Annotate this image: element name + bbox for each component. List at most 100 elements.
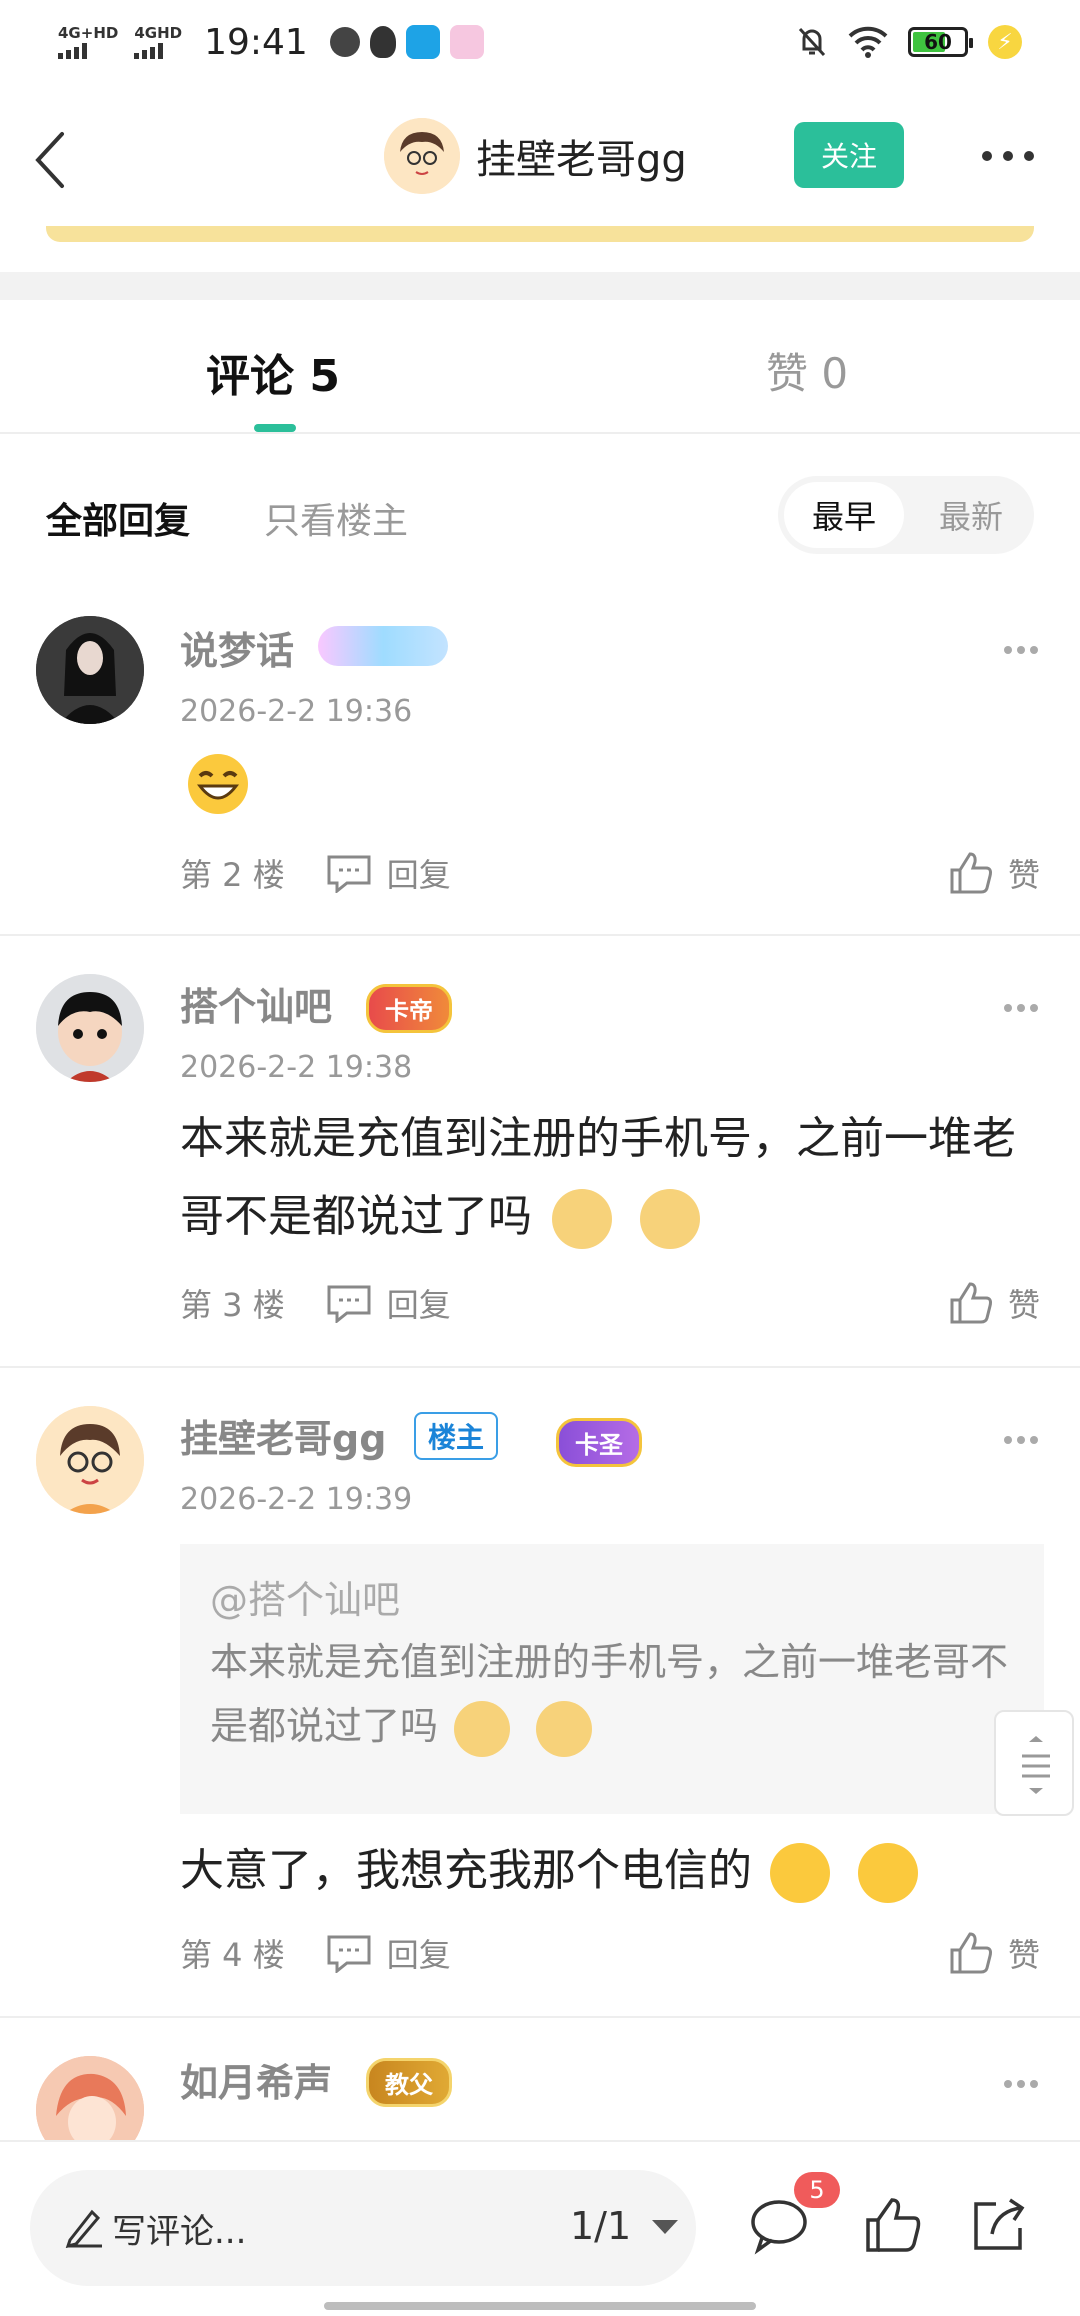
wifi-icon [848,26,888,58]
avatar[interactable] [36,616,144,724]
comment-footer: 第 2 楼 回复 赞 [180,848,1040,898]
comment-body: 大意了，我想充我那个电信的 [180,1845,752,1896]
comment-footer: 第 4 楼 回复 赞 [180,1928,1040,1978]
doge-emoji-icon [454,1700,511,1757]
floor-number: 第 4 楼 [180,1936,285,1974]
floor-number: 第 2 楼 [180,856,285,894]
status-time: 19:41 [204,21,308,63]
quoted-user[interactable]: @搭个讪吧 [210,1570,1014,1630]
level-badge: 卡圣 [556,1418,642,1467]
grin-emoji-icon [186,752,250,816]
app-notification-icon [449,25,484,59]
avatar[interactable] [36,2056,144,2140]
commenter-name[interactable]: 如月希声 [180,2052,332,2107]
scroll-grip-icon [1022,1736,1050,1794]
doge-emoji-icon [640,1189,700,1249]
tab-comments[interactable]: 评论 5 [206,340,340,404]
sort-toggle: 最早 最新 [778,476,1034,554]
comment-item: 挂壁老哥gg 楼主 卡圣 2026-2-2 19:39 @搭个讪吧 本来就是充值… [0,1368,1080,2018]
status-right: 60 ⚡ [796,25,1022,59]
like-button[interactable]: 赞 [948,1280,1040,1326]
floor-number: 第 3 楼 [180,1286,285,1324]
status-left: 4G+HD 4GHD 19:41 [58,22,484,63]
edit-pencil-icon [65,2209,102,2248]
commenter-name[interactable]: 搭个讪吧 [180,976,332,1031]
battery-level: 60 [924,30,952,54]
mute-bell-icon [798,27,826,57]
thumbs-up-icon[interactable] [862,2194,924,2256]
like-button[interactable]: 赞 [948,1930,1040,1976]
reply-button[interactable]: 回复 [325,850,451,896]
filter-all-replies[interactable]: 全部回复 [46,492,190,544]
status-bar: 4G+HD 4GHD 19:41 60 ⚡ [0,0,1080,84]
network-4g-signal-1: 4G+HD [58,23,119,59]
comment-item: 如月希声 教父 [0,2018,1080,2140]
comment-item: 搭个讪吧 卡帝 2026-2-2 19:38 本来就是充值到注册的手机号，之前一… [0,936,1080,1368]
reply-bubble-icon [327,1935,371,1973]
reply-label: 回复 [386,1286,451,1324]
comment-count-badge: 5 [794,2172,840,2208]
network-label-1: 4G+HD [58,23,119,42]
author-title[interactable]: 挂壁老哥gg [384,118,687,194]
like-label: 赞 [1007,1936,1040,1974]
quoted-body: 本来就是充值到注册的手机号，之前一堆老哥不是都说过了吗 [210,1640,1009,1748]
comment-text: 本来就是充值到注册的手机号，之前一堆老哥不是都说过了吗 [180,1100,1050,1256]
comment-footer: 第 3 楼 回复 赞 [180,1278,1040,1328]
bottom-action-bar: 写评论... 1/1 5 [0,2140,1080,2316]
tab-likes[interactable]: 赞 0 [766,340,848,401]
page-title: 挂壁老哥gg [476,137,687,183]
level-badge: 教父 [366,2058,452,2107]
filter-row: 全部回复 只看楼主 最早 最新 [0,470,1080,560]
network-label-2: 4GHD [134,23,183,42]
thumbs-up-icon [950,852,992,894]
more-icon[interactable] [1004,1004,1038,1014]
signal-bars-icon [58,42,118,59]
decorative-banner-edge [46,226,1034,242]
write-comment-input[interactable]: 写评论... 1/1 [30,2170,696,2286]
active-tab-indicator [254,424,296,432]
author-avatar[interactable] [384,118,460,194]
crying-laugh-emoji-icon [858,1843,918,1903]
doge-emoji-icon [536,1700,593,1757]
commenter-name[interactable]: 说梦话 [180,620,294,675]
share-icon[interactable] [968,2194,1030,2256]
page-indicator[interactable]: 1/1 [570,2204,631,2248]
quoted-reply[interactable]: @搭个讪吧 本来就是充值到注册的手机号，之前一堆老哥不是都说过了吗 [180,1544,1044,1814]
reply-bubble-icon [327,1285,371,1323]
fast-scroll-handle[interactable] [994,1710,1074,1816]
comment-time: 2026-2-2 19:38 [180,1050,413,1085]
more-icon[interactable] [1004,2080,1038,2090]
more-icon[interactable] [1004,1436,1038,1446]
like-button[interactable]: 赞 [948,850,1040,896]
signal-bars-icon [134,42,182,59]
reply-button[interactable]: 回复 [325,1930,451,1976]
quoted-text: 本来就是充值到注册的手机号，之前一堆老哥不是都说过了吗 [210,1630,1014,1758]
thumbs-up-icon [950,1932,992,1974]
home-indicator[interactable] [324,2302,756,2310]
avatar[interactable] [36,974,144,1082]
sort-newest-button[interactable]: 最新 [914,482,1028,548]
battery-icon: 60 [908,27,973,57]
tab-bar: 评论 5 赞 0 [0,300,1080,434]
chevron-down-icon[interactable] [652,2220,678,2234]
charging-icon: ⚡ [988,25,1022,59]
filter-op-only[interactable]: 只看楼主 [264,492,408,544]
sort-earliest-button[interactable]: 最早 [784,482,904,548]
like-label: 赞 [1007,856,1040,894]
qq-icon [369,26,396,58]
reply-label: 回复 [386,856,451,894]
doge-emoji-icon [552,1189,612,1249]
more-icon[interactable] [982,146,1034,166]
op-tag: 楼主 [414,1412,498,1460]
post-header: 挂壁老哥gg 关注 [0,110,1080,210]
back-icon[interactable] [28,128,78,192]
follow-button[interactable]: 关注 [794,122,904,188]
comment-item: 说梦话 2026-2-2 19:36 第 2 楼 回复 赞 [0,576,1080,936]
reply-button[interactable]: 回复 [325,1280,451,1326]
avatar[interactable] [36,1406,144,1514]
reply-label: 回复 [386,1936,451,1974]
comment-text: 大意了，我想充我那个电信的 [180,1832,1050,1910]
commenter-name[interactable]: 挂壁老哥gg [180,1408,386,1463]
more-icon[interactable] [1004,646,1038,656]
crying-laugh-emoji-icon [770,1843,830,1903]
